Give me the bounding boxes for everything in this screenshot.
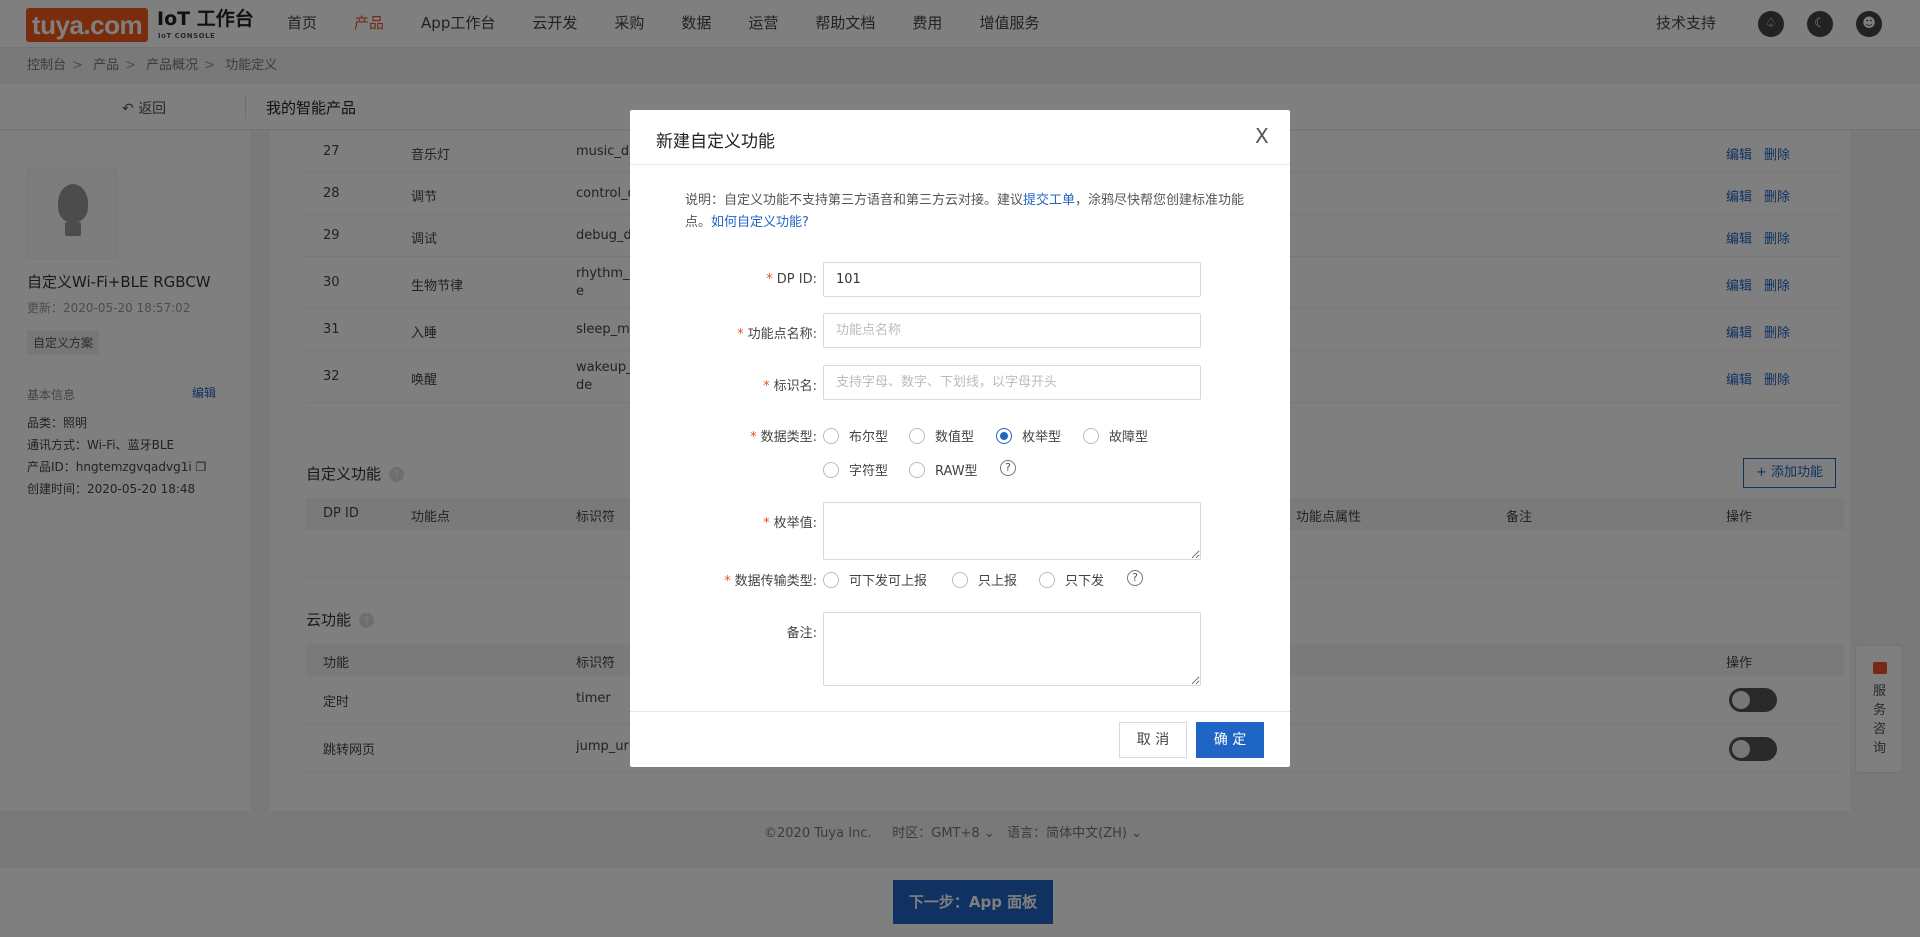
cancel-button[interactable]: 取 消 <box>1119 722 1187 758</box>
submit-ticket-link[interactable]: 提交工单 <box>1023 193 1075 208</box>
question-icon[interactable]: ? <box>1127 570 1143 586</box>
identifier-input[interactable] <box>823 365 1201 400</box>
transfer-radio-report[interactable]: 只上报 <box>952 570 1017 589</box>
question-icon[interactable]: ? <box>1000 460 1016 476</box>
modal-description: 说明：自定义功能不支持第三方语音和第三方云对接。建议提交工单，涂鸦尽快帮您创建标… <box>685 193 1245 230</box>
close-icon[interactable]: X <box>1255 126 1269 146</box>
data-type-label: * 数据类型: <box>750 430 817 445</box>
confirm-button[interactable]: 确 定 <box>1196 722 1264 758</box>
modal-header: 新建自定义功能 X <box>630 110 1290 165</box>
type-radio-enum[interactable]: 枚举型 <box>996 426 1061 445</box>
transfer-radio-both[interactable]: 可下发可上报 <box>823 570 927 589</box>
how-to-custom-link[interactable]: 如何自定义功能? <box>711 215 809 230</box>
function-name-input[interactable] <box>823 313 1201 348</box>
transfer-radio-send[interactable]: 只下发 <box>1039 570 1104 589</box>
dp-id-label: * DP ID: <box>766 272 817 287</box>
modal-title: 新建自定义功能 <box>656 132 775 152</box>
enum-values-label: * 枚举值: <box>763 516 817 531</box>
identifier-label: * 标识名: <box>763 379 817 394</box>
remark-label: 备注: <box>786 626 817 641</box>
modal-footer: 取 消 确 定 <box>630 711 1290 767</box>
type-radio-value[interactable]: 数值型 <box>909 426 974 445</box>
type-radio-fault[interactable]: 故障型 <box>1083 426 1148 445</box>
new-custom-function-modal: 新建自定义功能 X 说明：自定义功能不支持第三方语音和第三方云对接。建议提交工单… <box>630 110 1290 767</box>
type-radio-bool[interactable]: 布尔型 <box>823 426 888 445</box>
transfer-type-label: * 数据传输类型: <box>724 574 817 589</box>
type-radio-string[interactable]: 字符型 <box>823 460 888 479</box>
remark-input[interactable] <box>823 612 1201 686</box>
function-name-label: * 功能点名称: <box>737 327 817 342</box>
enum-values-input[interactable] <box>823 502 1201 560</box>
type-radio-raw[interactable]: RAW型 <box>909 460 978 479</box>
dp-id-input[interactable] <box>823 262 1201 297</box>
